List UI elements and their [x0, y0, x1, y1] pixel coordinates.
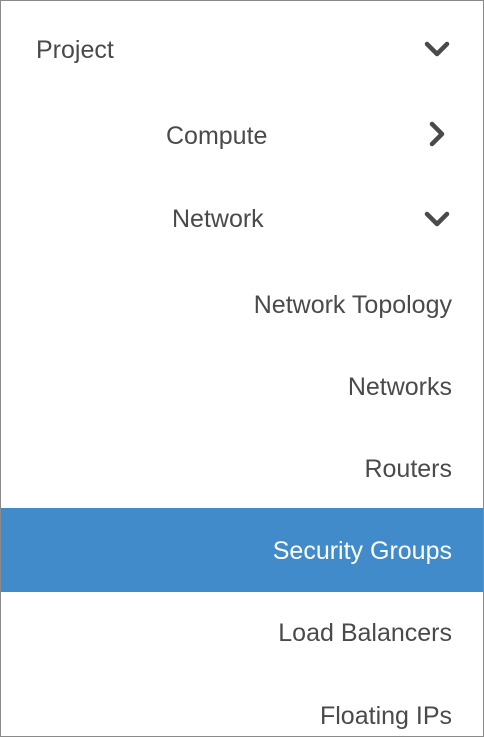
chevron-down-icon [423, 205, 451, 233]
chevron-down-icon [423, 35, 451, 63]
sidebar-menu: Project Compute Network Network Topology… [0, 0, 484, 737]
sidebar-item-label: Networks [347, 373, 452, 401]
sidebar-item-routers[interactable]: Routers [1, 428, 483, 510]
sidebar-panel-label: Network [172, 205, 264, 233]
sidebar-item-label: Security Groups [272, 537, 452, 565]
chevron-right-icon [423, 120, 451, 148]
sidebar-section-project[interactable]: Project [1, 7, 483, 89]
sidebar-panel-label: Compute [166, 122, 268, 150]
sidebar-item-load-balancers[interactable]: Load Balancers [1, 592, 483, 674]
sidebar-panel-network[interactable]: Network [1, 177, 483, 259]
sidebar-item-label: Floating IPs [319, 702, 452, 730]
sidebar-item-floating-ips[interactable]: Floating IPs [1, 674, 483, 736]
sidebar-item-network-topology[interactable]: Network Topology [1, 263, 483, 345]
sidebar-item-label: Routers [364, 455, 452, 483]
sidebar-item-label: Load Balancers [278, 619, 452, 647]
sidebar-item-security-groups-active[interactable]: Security Groups [1, 508, 483, 592]
sidebar-panel-compute[interactable]: Compute [1, 93, 483, 175]
sidebar-item-networks[interactable]: Networks [1, 346, 483, 428]
sidebar-section-label: Project [36, 36, 114, 64]
sidebar-item-label: Network Topology [253, 291, 452, 319]
